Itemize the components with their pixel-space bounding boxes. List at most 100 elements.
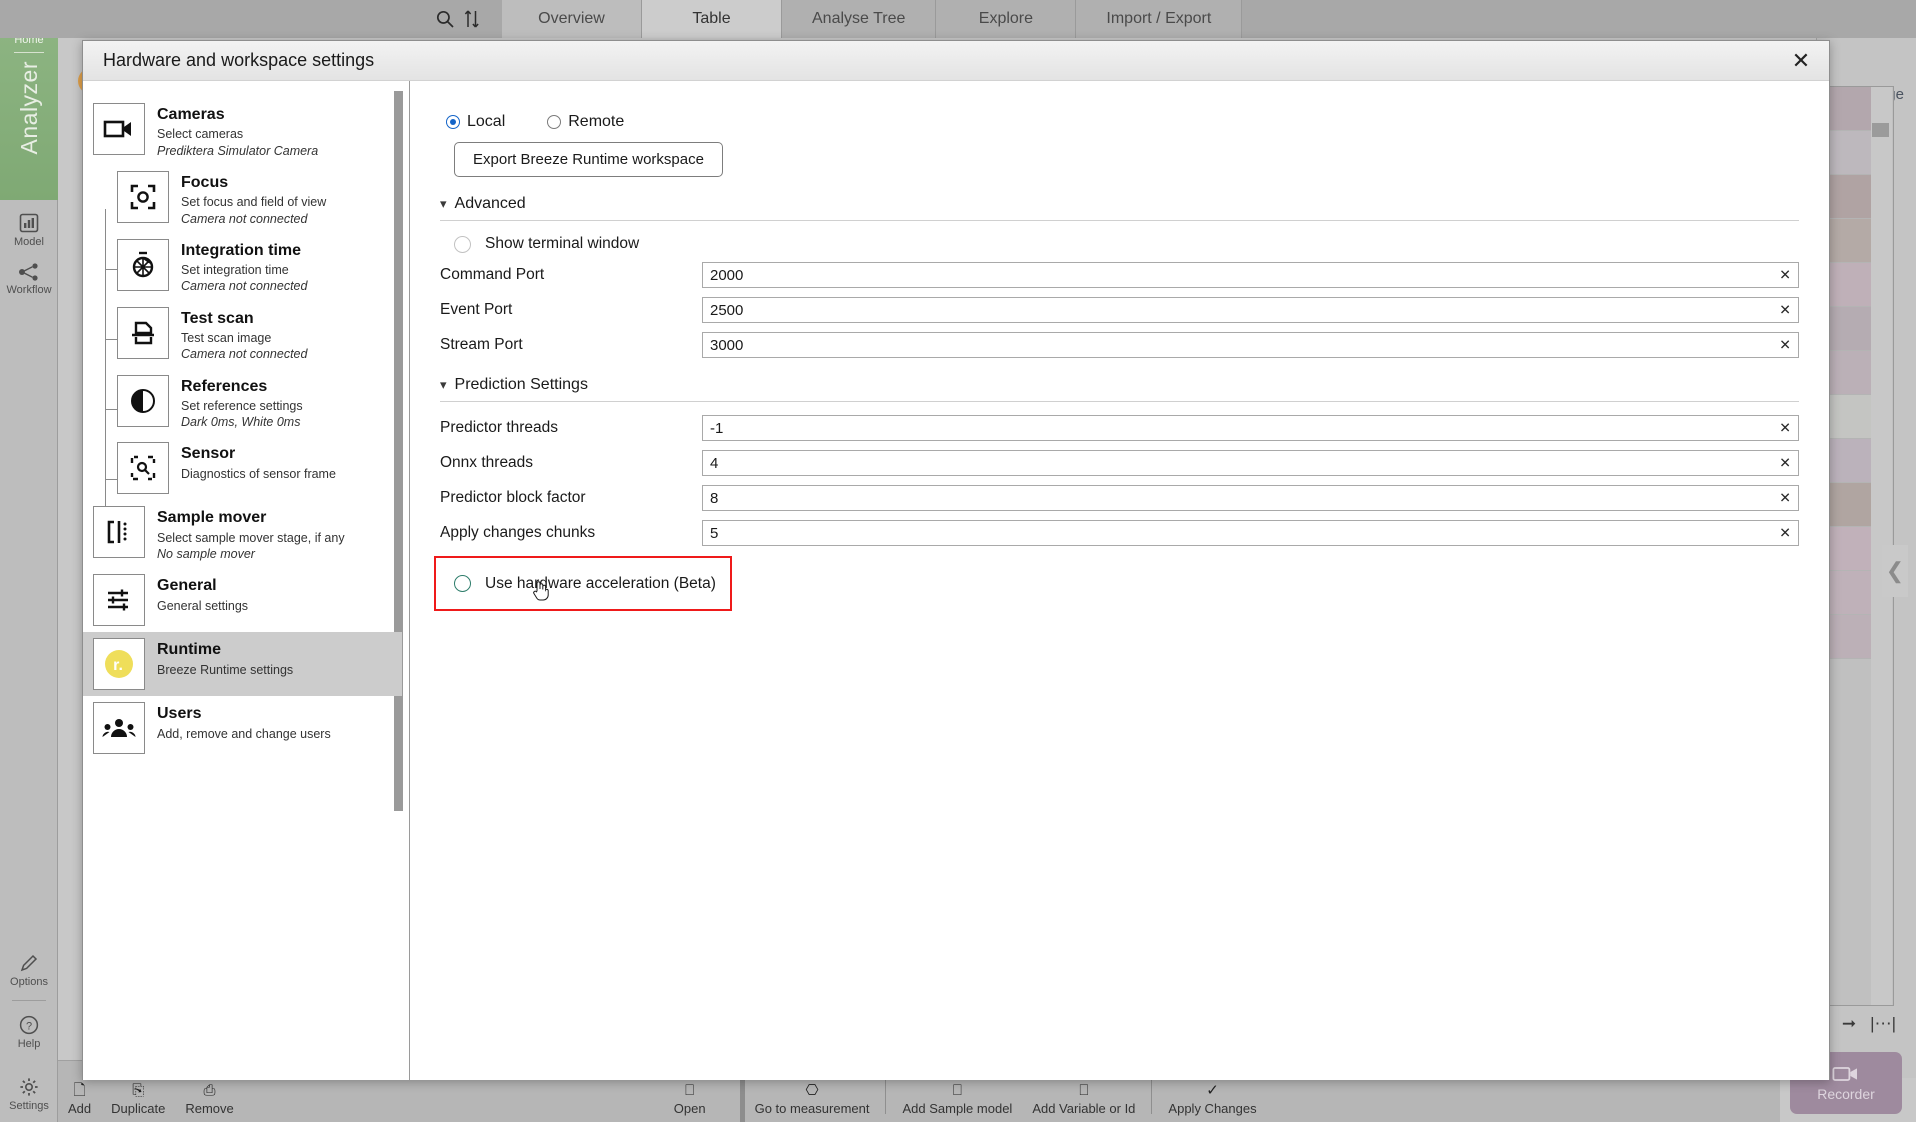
clear-icon[interactable]: ✕	[1779, 267, 1791, 284]
sidebar-item-title: Users	[157, 705, 331, 723]
apply-icon: ✓	[1206, 1083, 1219, 1098]
tab-table[interactable]: Table	[642, 0, 782, 38]
add-file-icon: 🗋	[74, 1083, 86, 1098]
sidebar-item-runtime[interactable]: r. Runtime Breeze Runtime settings	[83, 632, 402, 696]
predictor-threads-value: -1	[703, 420, 723, 437]
show-terminal-window-row[interactable]: Show terminal window	[454, 235, 1799, 253]
add-sample-model-button[interactable]: ⎕ Add Sample model	[892, 1083, 1022, 1122]
apply-changes-button[interactable]: ✓ Apply Changes	[1158, 1083, 1266, 1122]
clear-icon[interactable]: ✕	[1779, 420, 1791, 437]
sidebar-item-status: No sample mover	[157, 546, 345, 562]
advanced-section-header[interactable]: ▾ Advanced	[440, 195, 1799, 213]
remove-button[interactable]: ⎙ Remove	[175, 1083, 243, 1122]
scrollbar-thumb[interactable]	[1872, 123, 1889, 137]
duplicate-label: Duplicate	[111, 1101, 165, 1116]
duplicate-button[interactable]: ⎘ Duplicate	[101, 1083, 175, 1122]
rail-item-label: Help	[18, 1038, 41, 1050]
predictor-threads-input[interactable]: -1 ✕	[702, 415, 1799, 441]
radio-local-label: Local	[467, 113, 505, 131]
radio-local[interactable]	[446, 115, 460, 129]
sidebar-item-sensor[interactable]: Sensor Diagnostics of sensor frame	[117, 436, 409, 500]
stream-port-input[interactable]: 3000 ✕	[702, 332, 1799, 358]
rail-item-label: Workflow	[6, 284, 51, 296]
clear-icon[interactable]: ✕	[1779, 455, 1791, 472]
command-port-input[interactable]: 2000 ✕	[702, 262, 1799, 288]
tab-import-export[interactable]: Import / Export	[1076, 0, 1242, 38]
dialog-body: Cameras Select cameras Prediktera Simula…	[83, 81, 1829, 1080]
sidebar-item-status: Camera not connected	[181, 278, 307, 294]
gear-icon	[18, 1076, 40, 1098]
chart-icon	[18, 212, 40, 234]
goto-icon: ⎔	[805, 1083, 818, 1098]
use-hardware-acceleration-checkbox[interactable]	[454, 575, 471, 592]
sort-icon[interactable]	[452, 0, 492, 38]
right-panel-bottom-icons: ➞ |⋯|	[1842, 1014, 1896, 1034]
add-variable-button[interactable]: ⎕ Add Variable or Id	[1022, 1083, 1145, 1122]
sidebar-item-general[interactable]: General General settings	[93, 568, 409, 632]
chevron-left-icon[interactable]: ❮	[1882, 545, 1908, 597]
stream-port-row: Stream Port 3000 ✕	[440, 332, 1799, 358]
toolbar-separator	[885, 1080, 886, 1114]
sidebar-item-focus[interactable]: Focus Set focus and field of view Camera…	[117, 165, 409, 233]
clear-icon[interactable]: ✕	[1779, 302, 1791, 319]
sidebar-item-users[interactable]: Users Add, remove and change users	[93, 696, 409, 760]
sidebar-item-integration-time[interactable]: Integration time Set integration time Ca…	[117, 233, 409, 301]
left-navigation-rail: Home Analyzer Model Workflow Options ? H…	[0, 0, 58, 1122]
rail-item-model[interactable]: Model	[0, 212, 58, 248]
predictor-block-factor-input[interactable]: 8 ✕	[702, 485, 1799, 511]
close-icon[interactable]: ✕	[1773, 41, 1829, 81]
sensor-icon	[117, 442, 169, 494]
clear-icon[interactable]: ✕	[1779, 337, 1791, 354]
command-port-row: Command Port 2000 ✕	[440, 262, 1799, 288]
sidebar-item-sample-mover[interactable]: Sample mover Select sample mover stage, …	[93, 500, 409, 568]
rail-item-help[interactable]: ? Help	[0, 1014, 58, 1050]
sidebar-item-sub: Set integration time	[181, 262, 307, 278]
sidebar-item-sub: Set reference settings	[181, 398, 303, 414]
dialog-title-bar: Hardware and workspace settings ✕	[83, 41, 1829, 81]
predictor-block-factor-row: Predictor block factor 8 ✕	[440, 485, 1799, 511]
resize-columns-icon[interactable]: |⋯|	[1870, 1014, 1896, 1034]
tab-explore[interactable]: Explore	[936, 0, 1076, 38]
sidebar-item-title: Sensor	[181, 445, 336, 463]
sidebar-item-status: Dark 0ms, White 0ms	[181, 414, 303, 430]
add-variable-label: Add Variable or Id	[1032, 1101, 1135, 1116]
duplicate-icon: ⎘	[132, 1083, 144, 1098]
apply-changes-chunks-input[interactable]: 5 ✕	[702, 520, 1799, 546]
sidebar-item-sub: Test scan image	[181, 330, 307, 346]
advanced-section-label: Advanced	[455, 195, 526, 213]
show-terminal-window-checkbox[interactable]	[454, 236, 471, 253]
tab-overview[interactable]: Overview	[502, 0, 642, 38]
settings-navigation-list: Cameras Select cameras Prediktera Simula…	[83, 81, 410, 1080]
chevron-down-icon: ▾	[440, 196, 447, 212]
rail-item-settings[interactable]: Settings	[0, 1076, 58, 1112]
tab-analyse-tree[interactable]: Analyse Tree	[782, 0, 936, 38]
add-button[interactable]: 🗋 Add	[58, 1083, 101, 1122]
export-breeze-runtime-workspace-button[interactable]: Export Breeze Runtime workspace	[454, 142, 723, 177]
clear-icon[interactable]: ✕	[1779, 490, 1791, 507]
rail-divider	[14, 52, 44, 53]
sidebar-item-title: Runtime	[157, 641, 293, 659]
open-button[interactable]: ⎕ Open	[664, 1083, 716, 1122]
sidebar-item-cameras[interactable]: Cameras Select cameras Prediktera Simula…	[93, 97, 409, 165]
onnx-threads-value: 4	[703, 455, 718, 472]
sidebar-item-references[interactable]: References Set reference settings Dark 0…	[117, 369, 409, 437]
rail-item-options[interactable]: Options	[0, 952, 58, 988]
sidebar-item-test-scan[interactable]: Test scan Test scan image Camera not con…	[117, 301, 409, 369]
mode-radio-group: Local Remote	[446, 113, 1799, 131]
event-port-input[interactable]: 2500 ✕	[702, 297, 1799, 323]
top-toolbar: Overview Table Analyse Tree Explore Impo…	[0, 0, 1916, 38]
clear-icon[interactable]: ✕	[1779, 525, 1791, 542]
onnx-threads-input[interactable]: 4 ✕	[702, 450, 1799, 476]
brand-label: Analyzer	[16, 61, 43, 154]
trash-icon: ⎙	[204, 1083, 216, 1098]
prediction-settings-section-header[interactable]: ▾ Prediction Settings	[440, 376, 1799, 394]
sliders-icon	[93, 574, 145, 626]
event-port-label: Event Port	[440, 301, 702, 319]
go-to-measurement-button[interactable]: ⎔ Go to measurement	[745, 1083, 880, 1122]
arrow-right-icon[interactable]: ➞	[1842, 1014, 1856, 1034]
chevron-down-icon: ▾	[440, 377, 447, 393]
rail-item-workflow[interactable]: Workflow	[0, 262, 58, 296]
hardware-workspace-settings-dialog: Hardware and workspace settings ✕ Cam	[82, 40, 1830, 1080]
radio-remote[interactable]	[547, 115, 561, 129]
sample-mover-icon	[93, 506, 145, 558]
